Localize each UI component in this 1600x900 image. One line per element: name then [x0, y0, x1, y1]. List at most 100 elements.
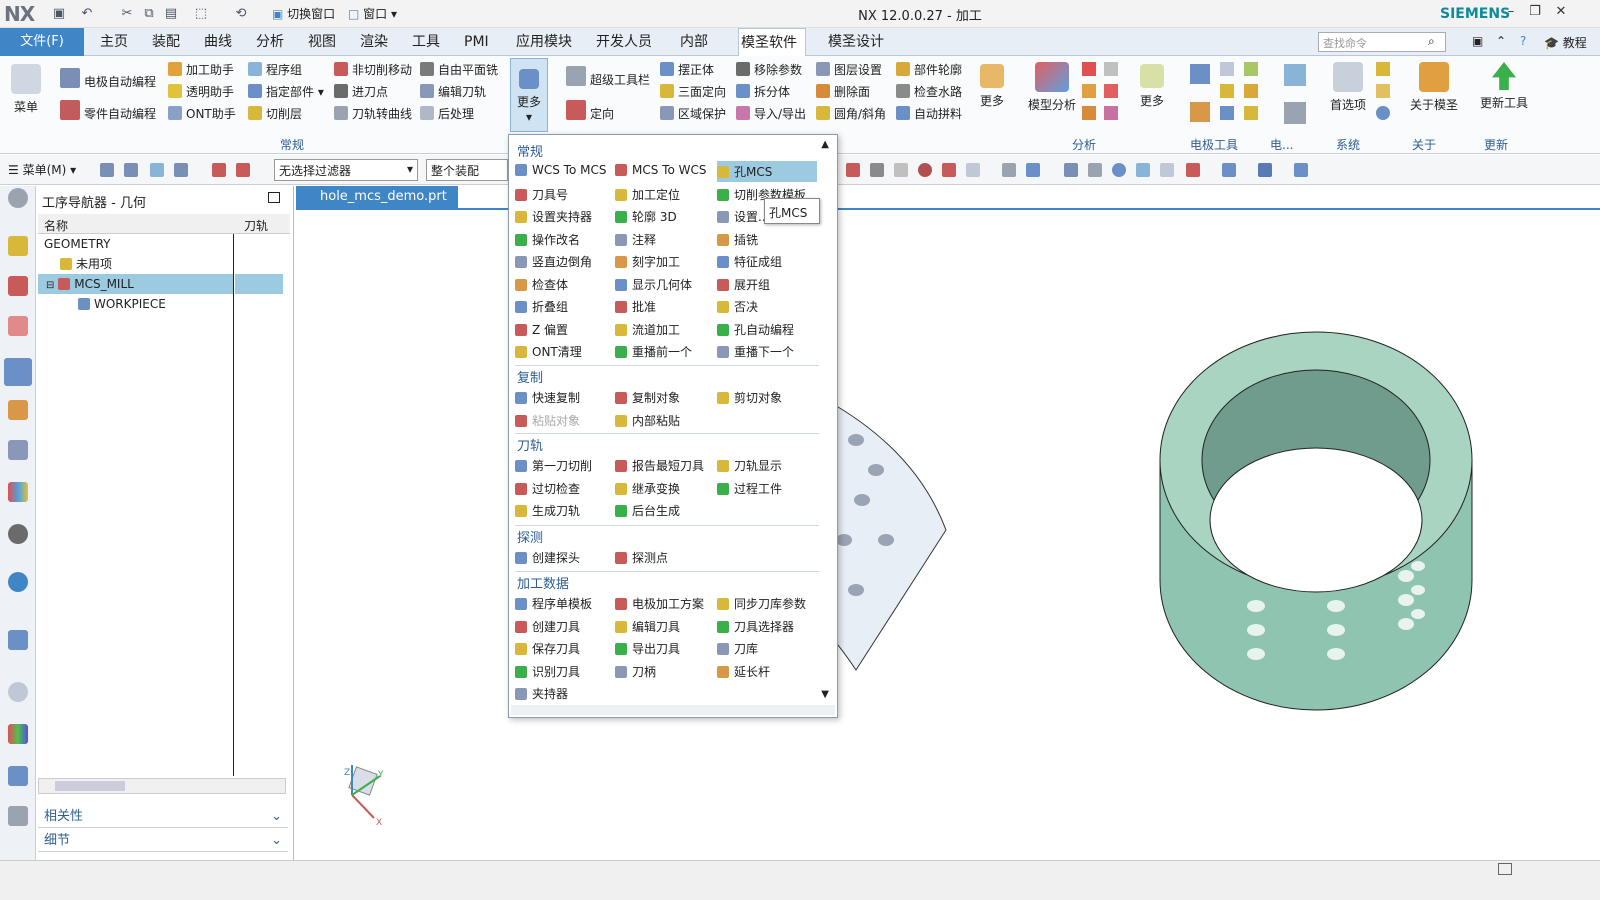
view-icon-2[interactable] [1026, 163, 1040, 177]
menu-item-general-7-1[interactable]: 流道加工 [615, 321, 680, 338]
collapse-icon[interactable]: ⊟ [46, 280, 54, 291]
electrode-tool-icon-2[interactable] [1244, 62, 1258, 76]
menu-item-general-4-2[interactable]: 特征成组 [717, 253, 782, 270]
menu-item-general-7-0[interactable]: Z 偏置 [515, 321, 568, 338]
menu-item-general-5-0[interactable]: 检查体 [515, 276, 568, 293]
scroll-up-icon[interactable]: ▲ [821, 139, 829, 150]
operation-navigator-icon[interactable] [4, 358, 32, 386]
snap-icon-2[interactable] [124, 163, 138, 177]
section-icon[interactable] [1160, 163, 1174, 177]
view-icon-1[interactable] [1002, 163, 1016, 177]
menu-item-toolpath-1-2[interactable]: 过程工件 [717, 480, 782, 497]
column-name-header[interactable]: 名称 [44, 217, 68, 234]
minimize-icon[interactable]: – [1500, 4, 1522, 24]
collapse-ribbon-icon[interactable]: ⌃ [1496, 34, 1506, 48]
system-help-icon[interactable] [1376, 106, 1390, 120]
three-face-orient-button[interactable]: 三面定向 [660, 83, 726, 100]
menu-item-data-0-0[interactable]: 程序单模板 [515, 595, 592, 612]
assembly-scope-select[interactable]: 整个装配 [426, 159, 508, 181]
ribbon-options-icon[interactable]: ▣ [1472, 34, 1483, 48]
scrollbar-thumb[interactable] [55, 781, 125, 791]
filter-icon-2[interactable] [236, 163, 250, 177]
snap-icon-4[interactable] [174, 163, 188, 177]
command-search-input[interactable]: 查找命令 [1318, 32, 1446, 52]
tab-internal[interactable]: 内部 [678, 28, 710, 56]
menu-item-probe-0-1[interactable]: 探测点 [615, 549, 668, 566]
menu-item-copy-1-0[interactable]: 粘贴对象 [515, 412, 580, 429]
menu-item-data-0-1[interactable]: 电极加工方案 [615, 595, 704, 612]
assembly-navigator-icon[interactable] [8, 236, 28, 256]
help-icon[interactable]: ? [1520, 34, 1526, 48]
more-button-3[interactable]: 更多 [1134, 64, 1170, 109]
menu-item-copy-1-1[interactable]: 内部粘贴 [615, 412, 680, 429]
menu-item-general-3-1[interactable]: 注释 [615, 231, 656, 248]
machining-assistant-button[interactable]: 加工助手 [168, 61, 234, 78]
part-auto-program-button[interactable]: 零件自动编程 [60, 100, 156, 122]
more-button-pressed[interactable]: 更多 ▾ [510, 58, 548, 132]
machine-navigator-icon[interactable] [8, 400, 28, 420]
menu-item-general-6-0[interactable]: 折叠组 [515, 298, 568, 315]
electrode-design-icon[interactable] [1190, 64, 1210, 84]
ont-assistant-button[interactable]: ONT助手 [168, 105, 236, 122]
rotate-icon[interactable] [1112, 163, 1126, 177]
menu-item-general-0-2[interactable]: 孔MCS [717, 161, 817, 182]
scroll-down-icon[interactable]: ▼ [821, 689, 829, 700]
menu-item-copy-0-1[interactable]: 复制对象 [615, 389, 680, 406]
menu-item-general-6-1[interactable]: 批准 [615, 298, 656, 315]
post-process-button[interactable]: 后处理 [420, 105, 474, 122]
menu-item-general-4-1[interactable]: 刻字加工 [615, 253, 680, 270]
menu-item-general-3-0[interactable]: 操作改名 [515, 231, 580, 248]
part-outline-button[interactable]: 部件轮廓 [896, 61, 962, 78]
restore-icon[interactable]: ❐ [1524, 4, 1546, 24]
preferences-button[interactable]: 首选项 [1328, 62, 1368, 113]
straighten-body-button[interactable]: 摆正体 [660, 61, 714, 78]
electrode-extra-icon-1[interactable] [1284, 64, 1306, 86]
update-tools-button[interactable]: 更新工具 [1476, 62, 1532, 111]
tab-application[interactable]: 应用模块 [514, 28, 574, 56]
menu-item-toolpath-0-1[interactable]: 报告最短刀具 [615, 457, 704, 474]
electrode-auto-program-button[interactable]: 电极自动编程 [60, 68, 156, 90]
menu-item-data-1-1[interactable]: 编辑刀具 [615, 618, 680, 635]
menu-item-general-0-0[interactable]: WCS To MCS [515, 163, 606, 177]
split-body-button[interactable]: 拆分体 [736, 83, 790, 100]
settings-gear-icon[interactable] [8, 188, 28, 208]
role-icon[interactable] [8, 482, 28, 502]
reuse-library-icon[interactable] [8, 440, 28, 460]
snap-icon-1[interactable] [100, 163, 114, 177]
wrench-icon[interactable] [8, 806, 28, 826]
menu-item-general-0-1[interactable]: MCS To WCS [615, 163, 706, 177]
fit-icon[interactable] [1064, 163, 1078, 177]
zoom-icon[interactable] [1088, 163, 1102, 177]
menu-item-general-2-0[interactable]: 设置夹持器 [515, 208, 592, 225]
background-icon[interactable] [1258, 163, 1272, 177]
menu-item-data-1-2[interactable]: 刀具选择器 [717, 618, 794, 635]
menu-item-data-3-0[interactable]: 识别刀具 [515, 663, 580, 680]
tab-assembly[interactable]: 装配 [150, 28, 182, 56]
lock-icon[interactable] [1376, 84, 1390, 98]
entry-point-button[interactable]: 进刀点 [334, 83, 388, 100]
menu-item-general-8-1[interactable]: 重播前一个 [615, 343, 692, 360]
box-select-icon[interactable] [966, 163, 980, 177]
menu-item-data-3-1[interactable]: 刀柄 [615, 663, 656, 680]
menu-dropdown[interactable]: ☰ 菜单(M) ▾ [8, 161, 76, 178]
menu-item-toolpath-1-1[interactable]: 继承变换 [615, 480, 680, 497]
mass-icon[interactable] [1082, 62, 1096, 76]
orient-button[interactable]: 定向 [566, 100, 614, 122]
menu-item-toolpath-0-0[interactable]: 第一刀切削 [515, 457, 592, 474]
electrode-tool-icon-5[interactable] [1220, 106, 1234, 120]
file-tab[interactable]: 文件(F) [0, 28, 84, 56]
menu-item-toolpath-0-2[interactable]: 刀轨显示 [717, 457, 782, 474]
specify-part-button[interactable]: 指定部件 ▾ [248, 83, 324, 100]
check-waterline-button[interactable]: 检查水路 [896, 83, 962, 100]
electrode-tool-icon-1[interactable] [1220, 62, 1234, 76]
electrode-extra-icon-2[interactable] [1284, 102, 1306, 124]
tree-row-workpiece[interactable]: WORKPIECE [38, 294, 290, 314]
column-path-header[interactable]: 刀轨 [244, 217, 268, 234]
menu-item-toolpath-2-1[interactable]: 后台生成 [615, 502, 680, 519]
document-tab[interactable]: hole_mcs_demo.prt ✕ [296, 186, 458, 226]
area-protect-button[interactable]: 区域保护 [660, 105, 726, 122]
menu-item-data-0-2[interactable]: 同步刀库参数 [717, 595, 806, 612]
menu-item-general-2-2[interactable]: 设置... [717, 208, 769, 225]
orient-view-icon[interactable] [1222, 163, 1236, 177]
maximize-panel-icon[interactable] [268, 192, 280, 203]
